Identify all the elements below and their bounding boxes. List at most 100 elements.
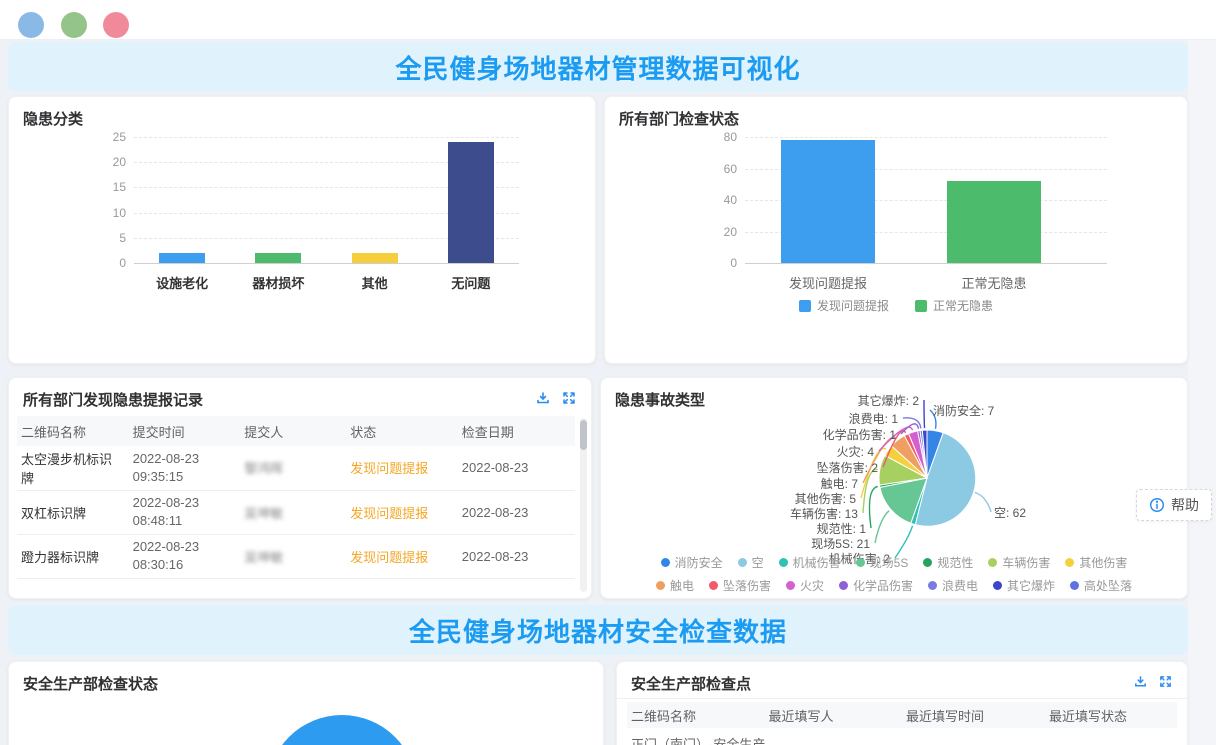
page-title: 全民健身场地器材管理数据可视化	[395, 49, 800, 86]
legend-dot	[779, 558, 788, 567]
expand-icon[interactable]	[561, 390, 577, 406]
legend-label: 空	[752, 554, 764, 571]
bar-无问题	[448, 142, 494, 263]
legend-label: 现场5S	[870, 554, 909, 571]
legend-item-车辆伤害[interactable]: 车辆伤害	[988, 554, 1050, 571]
dept-status-bar-chart: 020406080发现问题提报正常无隐患发现问题提报正常无隐患	[605, 97, 1187, 363]
legend-dot	[856, 558, 865, 567]
legend-dot	[738, 558, 747, 567]
legend-item-化学品伤害[interactable]: 化学品伤害	[839, 577, 913, 594]
panel-safety-points: 安全生产部检查点 二维码名称最近填写人最近填写时间最近填写状态 正门（南门）-安…	[616, 661, 1188, 745]
bar-其他	[352, 253, 398, 263]
legend-dot	[661, 558, 670, 567]
table-row: 太空漫步机标识牌2022-08-2309:35:15黎鸿晖发现问题提报2022-…	[17, 446, 575, 490]
legend-label: 其他伤害	[1079, 554, 1127, 571]
page-scroll-gutter[interactable]	[1188, 40, 1216, 745]
table-row: 蹬力器标识牌2022-08-2308:30:16吴坤敏发现问题提报2022-08…	[17, 534, 575, 578]
legend-swatch	[915, 300, 927, 312]
x-axis-line	[134, 263, 519, 264]
expand-icon[interactable]	[1158, 674, 1173, 689]
legend-label: 高处坠落	[1084, 577, 1132, 594]
y-tick-label: 40	[605, 193, 737, 207]
legend-dot	[988, 558, 997, 567]
bar-发现问题提报	[781, 140, 875, 263]
divider	[617, 698, 1187, 699]
pie-label-现场5S: 现场5S: 21	[811, 535, 870, 552]
y-tick-label: 0	[605, 256, 737, 270]
legend-item-机械伤害[interactable]: 机械伤害	[779, 554, 841, 571]
legend-item-空[interactable]: 空	[738, 554, 764, 571]
records-table: 二维码名称提交时间提交人状态检查日期 太空漫步机标识牌2022-08-2309:…	[17, 416, 575, 596]
legend-swatch	[799, 300, 811, 312]
legend-item-其他伤害[interactable]: 其他伤害	[1065, 554, 1127, 571]
panel-title: 安全生产部检查状态	[23, 673, 158, 694]
check-date-cell: 2022-08-23	[458, 490, 575, 534]
check-date-cell: 2022-08-23	[458, 534, 575, 578]
scrollbar-thumb[interactable]	[580, 420, 587, 450]
legend-item-浪费电[interactable]: 浪费电	[928, 577, 978, 594]
legend-item-坠落伤害[interactable]: 坠落伤害	[709, 577, 771, 594]
qr-name-cell: 正门（南门）-安全生产	[627, 732, 765, 745]
legend-dot	[656, 581, 665, 590]
info-circle-icon	[1149, 497, 1165, 513]
legend-item-高处坠落[interactable]: 高处坠落	[1070, 577, 1132, 594]
y-tick-label: 60	[605, 162, 737, 176]
y-tick-label: 0	[9, 256, 126, 270]
legend-label: 机械伤害	[793, 554, 841, 571]
help-button[interactable]: 帮助	[1136, 489, 1212, 521]
column-header: 最近填写时间	[902, 706, 1045, 725]
pie-label-触电: 触电: 7	[821, 475, 858, 492]
column-header: 状态	[346, 416, 458, 446]
legend-label: 化学品伤害	[853, 577, 913, 594]
column-header: 检查日期	[458, 416, 575, 446]
legend-dot	[1070, 581, 1079, 590]
chart-legend: 发现问题提报 正常无隐患	[605, 297, 1187, 314]
legend-label: 发现问题提报	[817, 297, 889, 314]
x-axis-label: 发现问题提报	[758, 273, 898, 292]
legend-item-现场5S[interactable]: 现场5S	[856, 554, 909, 571]
window-control-blue-dot[interactable]	[18, 12, 44, 38]
bar-器材损坏	[255, 253, 301, 263]
legend-item-火灾[interactable]: 火灾	[786, 577, 824, 594]
column-header: 提交时间	[129, 416, 241, 446]
window-control-green-dot[interactable]	[61, 12, 87, 38]
legend-item-触电[interactable]: 触电	[656, 577, 694, 594]
panel-hazard-category: 隐患分类 0510152025设施老化器材损坏其他无问题	[8, 96, 596, 364]
points-table-row: 正门（南门）-安全生产	[627, 732, 1177, 745]
window-titlebar	[0, 0, 1216, 40]
legend-label: 消防安全	[675, 554, 723, 571]
qr-name-cell: 双杠标识牌	[17, 490, 129, 534]
pie-label-坠落伤害: 坠落伤害: 2	[817, 459, 878, 476]
download-icon[interactable]	[535, 390, 551, 406]
column-header: 最近填写人	[765, 706, 903, 725]
bar-正常无隐患	[947, 181, 1041, 263]
status-cell: 发现问题提报	[346, 446, 458, 490]
y-tick-label: 80	[605, 130, 737, 144]
status-cell: 发现问题提报	[346, 490, 458, 534]
legend-item-其它爆炸[interactable]: 其它爆炸	[993, 577, 1055, 594]
submitter-cell: 吴坤敏	[240, 490, 346, 534]
check-date-cell: 2022-08-23	[458, 446, 575, 490]
download-icon[interactable]	[1133, 674, 1148, 689]
legend-label: 触电	[670, 577, 694, 594]
window-control-red-dot[interactable]	[103, 12, 129, 38]
legend-label: 其它爆炸	[1007, 577, 1055, 594]
y-tick-label: 25	[9, 130, 126, 144]
column-header: 二维码名称	[627, 706, 765, 725]
legend-item-发现问题提报[interactable]: 发现问题提报	[799, 297, 889, 314]
y-tick-label: 15	[9, 180, 126, 194]
records-table-header: 二维码名称提交时间提交人状态检查日期	[17, 416, 575, 446]
legend-item-规范性[interactable]: 规范性	[923, 554, 973, 571]
panel-dept-status: 所有部门检查状态 020406080发现问题提报正常无隐患发现问题提报正常无隐患	[604, 96, 1188, 364]
table-scrollbar[interactable]	[580, 418, 587, 592]
panel-hazard-types: 隐患事故类型 消防安全: 7空: 62机械伤害: 2现场5S: 21规范性: 1…	[600, 377, 1188, 599]
panel-title: 安全生产部检查点	[631, 673, 751, 694]
legend-item-正常无隐患[interactable]: 正常无隐患	[915, 297, 993, 314]
safety-status-pie-slice	[267, 715, 417, 745]
main-banner: 全民健身场地器材管理数据可视化	[8, 42, 1188, 92]
legend-item-消防安全[interactable]: 消防安全	[661, 554, 723, 571]
legend-label: 规范性	[937, 554, 973, 571]
submitter-cell: 黎鸿晖	[240, 446, 346, 490]
submit-time-cell: 2022-08-2309:35:15	[129, 446, 241, 490]
pie-leader-line	[875, 511, 889, 543]
